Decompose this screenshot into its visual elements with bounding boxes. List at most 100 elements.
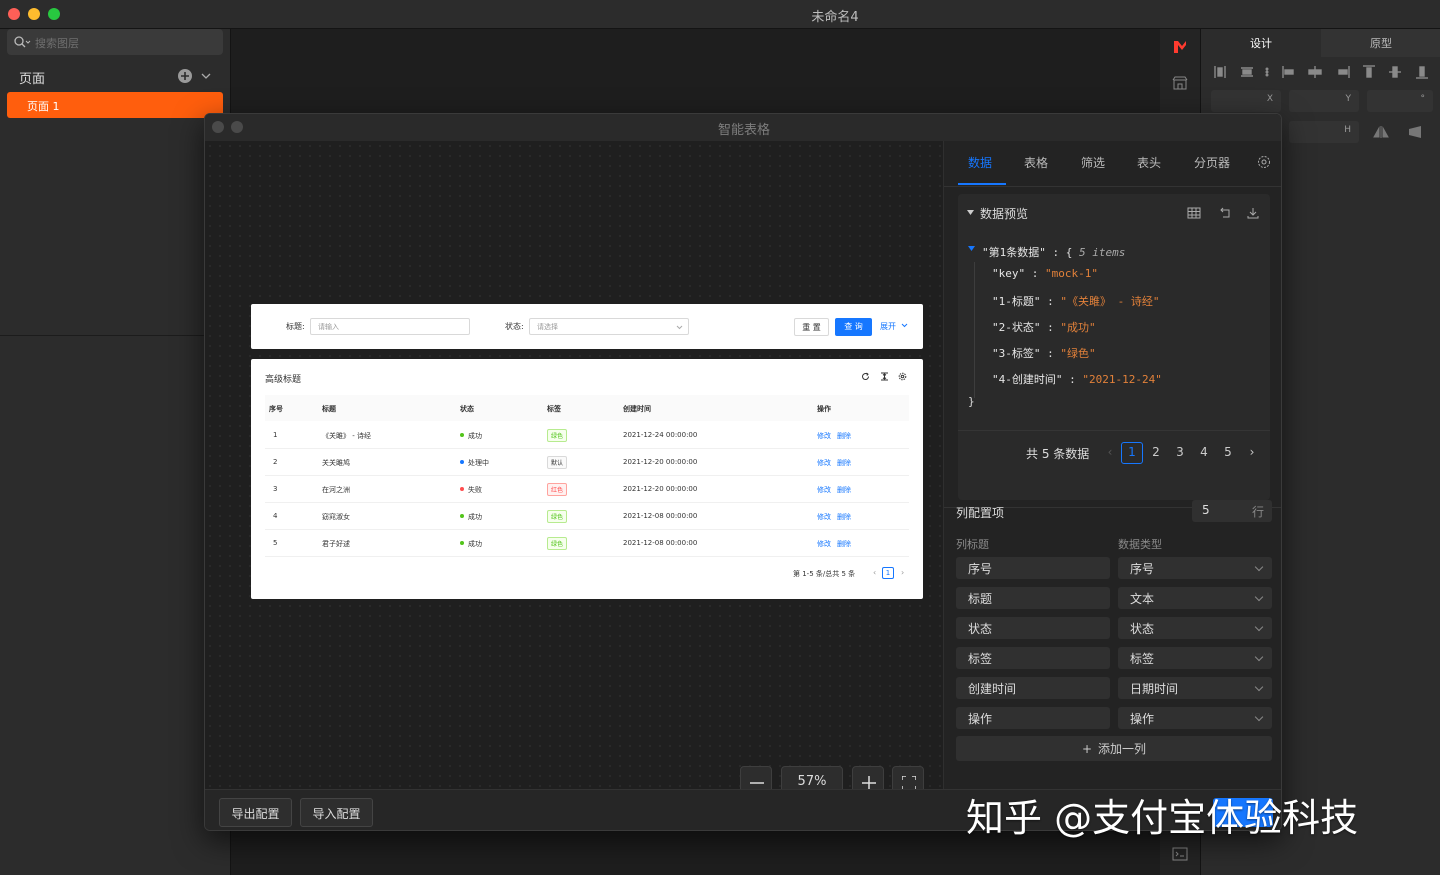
json-guide-line bbox=[974, 262, 975, 398]
delete-link[interactable]: 删除 bbox=[837, 485, 851, 495]
add-column-button[interactable]: + 添加一列 bbox=[956, 736, 1272, 761]
query-button[interactable]: 查 询 bbox=[835, 318, 872, 336]
minus-icon bbox=[750, 782, 764, 784]
column-title-label: 列标题 bbox=[956, 538, 989, 551]
json-root-key: "第1条数据" bbox=[982, 246, 1046, 259]
next-page-icon[interactable]: › bbox=[1241, 442, 1263, 464]
data-type-select[interactable]: 标签 bbox=[1118, 647, 1272, 669]
column-title-input[interactable]: 创建时间 bbox=[956, 677, 1110, 699]
json-key: "4-创建时间" bbox=[992, 373, 1063, 386]
data-type-select[interactable]: 日期时间 bbox=[1118, 677, 1272, 699]
row-count-input[interactable]: 5 行 bbox=[1192, 500, 1272, 522]
edit-link[interactable]: 修改 bbox=[817, 458, 831, 468]
status-text: 成功 bbox=[468, 513, 482, 521]
reset-button[interactable]: 重 置 bbox=[794, 318, 829, 336]
tab-design[interactable]: 设计 bbox=[1201, 29, 1321, 57]
tab-paginator[interactable]: 分页器 bbox=[1194, 154, 1230, 171]
store-icon[interactable] bbox=[1172, 75, 1188, 91]
page-button-2[interactable]: 2 bbox=[1145, 442, 1167, 464]
row-status: 失败 bbox=[460, 485, 482, 495]
row-title: 在河之洲 bbox=[322, 486, 350, 494]
add-page-icon[interactable] bbox=[177, 68, 193, 84]
edit-link[interactable]: 修改 bbox=[817, 431, 831, 441]
preview-stage[interactable]: 标题: 请输入 状态: 请选择 重 置 查 询 展开 高级标题 序号 标题 状态 bbox=[205, 141, 943, 798]
row-title: 《关雎》 - 诗经 bbox=[322, 432, 371, 440]
data-preview: 数据预览 "第1条数据" : { 5 items "key" : "mock-1… bbox=[958, 194, 1270, 500]
settings-icon[interactable] bbox=[898, 372, 907, 381]
json-root: "第1条数据" : { 5 items bbox=[982, 244, 1125, 260]
align-toolbar-icon[interactable] bbox=[1211, 65, 1431, 79]
y-field[interactable]: Y bbox=[1289, 90, 1359, 112]
column-title-input[interactable]: 标题 bbox=[956, 587, 1110, 609]
column-title-input[interactable]: 操作 bbox=[956, 707, 1110, 729]
json-collapse-icon[interactable] bbox=[968, 246, 975, 251]
col-header: 状态 bbox=[460, 405, 474, 413]
page-button-5[interactable]: 5 bbox=[1217, 442, 1239, 464]
page-button-1[interactable]: 1 bbox=[1121, 442, 1143, 464]
prev-page-icon[interactable]: ‹ bbox=[873, 568, 876, 577]
delete-link[interactable]: 删除 bbox=[837, 539, 851, 549]
terminal-icon[interactable] bbox=[1172, 847, 1188, 861]
col-header: 标题 bbox=[322, 405, 336, 413]
h-field[interactable]: H bbox=[1289, 121, 1359, 143]
x-field[interactable]: X bbox=[1211, 90, 1281, 112]
status-filter-placeholder: 请选择 bbox=[537, 323, 558, 331]
data-type-value: 日期时间 bbox=[1130, 682, 1179, 696]
title-filter-input[interactable]: 请输入 bbox=[310, 318, 470, 335]
data-type-value: 序号 bbox=[1130, 562, 1155, 576]
tab-data[interactable]: 数据 bbox=[968, 154, 992, 171]
edit-link[interactable]: 修改 bbox=[817, 539, 831, 549]
gear-icon[interactable] bbox=[1257, 155, 1271, 169]
status-filter-select[interactable]: 请选择 bbox=[529, 318, 689, 335]
edit-link[interactable]: 修改 bbox=[817, 512, 831, 522]
expand-link[interactable]: 展开 bbox=[880, 321, 896, 332]
download-icon[interactable] bbox=[1247, 207, 1259, 219]
data-type-select[interactable]: 操作 bbox=[1118, 707, 1272, 729]
delete-link[interactable]: 删除 bbox=[837, 512, 851, 522]
chevron-down-icon[interactable] bbox=[201, 72, 211, 80]
next-page-icon[interactable]: › bbox=[901, 568, 904, 577]
chevron-down-icon bbox=[1254, 652, 1264, 662]
table-view-icon[interactable] bbox=[1187, 207, 1201, 219]
tab-filter[interactable]: 筛选 bbox=[1081, 154, 1105, 171]
delete-link[interactable]: 删除 bbox=[837, 431, 851, 441]
divider bbox=[958, 430, 1270, 431]
chevron-down-icon bbox=[1254, 562, 1264, 572]
tab-table[interactable]: 表格 bbox=[1024, 154, 1048, 171]
row-status: 处理中 bbox=[460, 458, 489, 468]
collapse-caret-icon[interactable] bbox=[967, 210, 974, 215]
reload-icon[interactable] bbox=[861, 372, 870, 381]
delete-link[interactable]: 删除 bbox=[837, 458, 851, 468]
data-type-select[interactable]: 文本 bbox=[1118, 587, 1272, 609]
column-title-input[interactable]: 标签 bbox=[956, 647, 1110, 669]
divider bbox=[0, 335, 231, 336]
data-type-select[interactable]: 序号 bbox=[1118, 557, 1272, 579]
layer-search[interactable]: 搜索图层 bbox=[7, 29, 223, 55]
json-line: "1-标题" : "《关雎》 - 诗经" bbox=[992, 295, 1160, 308]
row-tag: 绿色 bbox=[547, 510, 568, 523]
chevron-down-icon bbox=[1254, 712, 1264, 722]
row-no: 4 bbox=[273, 512, 278, 520]
json-key: "3-标签" bbox=[992, 347, 1041, 360]
tab-header[interactable]: 表头 bbox=[1137, 154, 1161, 171]
undo-icon[interactable] bbox=[1219, 207, 1231, 219]
import-config-button[interactable]: 导入配置 bbox=[300, 798, 373, 827]
prev-page-icon[interactable]: ‹ bbox=[1099, 442, 1121, 464]
tab-prototype[interactable]: 原型 bbox=[1321, 29, 1440, 57]
column-title-input[interactable]: 状态 bbox=[956, 617, 1110, 639]
search-icon bbox=[14, 36, 31, 48]
flip-icons[interactable] bbox=[1373, 125, 1433, 139]
rotation-field[interactable]: ° bbox=[1367, 90, 1433, 112]
data-type-select[interactable]: 状态 bbox=[1118, 617, 1272, 639]
page-button-4[interactable]: 4 bbox=[1193, 442, 1215, 464]
export-config-button[interactable]: 导出配置 bbox=[219, 798, 292, 827]
row-time: 2021-12-24 00:00:00 bbox=[623, 431, 698, 439]
edit-link[interactable]: 修改 bbox=[817, 485, 831, 495]
plugin-logo-icon[interactable] bbox=[1172, 39, 1188, 55]
modal-title: 智能表格 bbox=[717, 123, 770, 138]
page-item-1[interactable]: 页面 1 bbox=[7, 92, 223, 118]
page-1-button[interactable]: 1 bbox=[882, 567, 894, 579]
column-title-input[interactable]: 序号 bbox=[956, 557, 1110, 579]
density-icon[interactable] bbox=[880, 372, 889, 381]
page-button-3[interactable]: 3 bbox=[1169, 442, 1191, 464]
